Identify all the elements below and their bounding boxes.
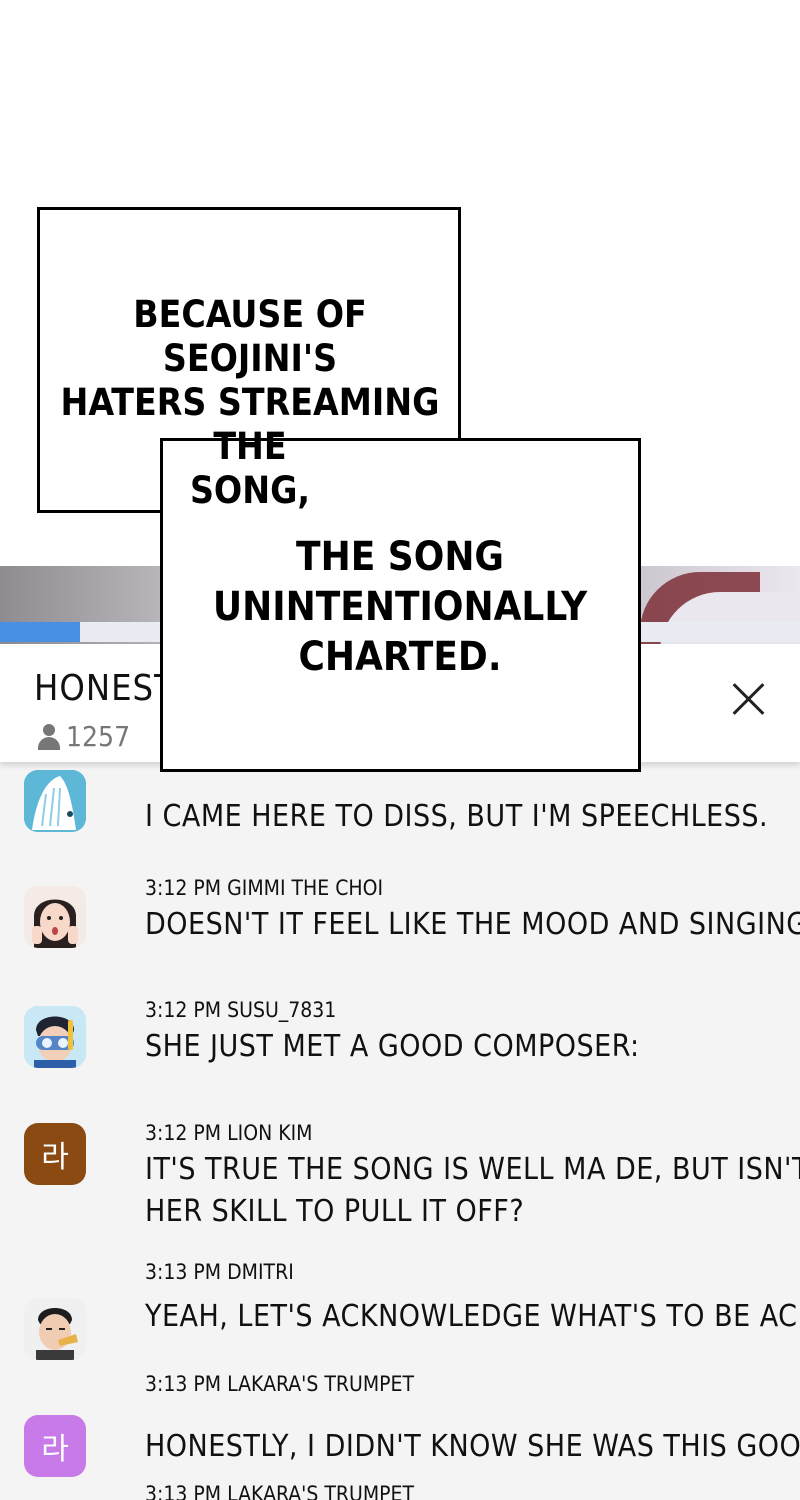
chat-message-text: DOESN'T IT FEEL LIKE THE MOOD AND SINGIN… bbox=[145, 907, 800, 942]
whale-icon[interactable] bbox=[24, 770, 86, 832]
chat-username[interactable]: SUSU_7831 bbox=[227, 998, 336, 1022]
caption-line: BECAUSE OF SEOJINI'S bbox=[133, 293, 367, 380]
chat-meta: 3:12 PM GIMMI THE CHOI bbox=[145, 876, 383, 900]
chat-message-text: IT'S TRUE THE SONG IS WELL MA DE, BUT IS… bbox=[145, 1152, 800, 1187]
caption-line: SONG, bbox=[189, 469, 311, 512]
chat-meta: 3:13 PM DMITRI bbox=[145, 1260, 294, 1284]
caption-line: UNINTENTIONALLY bbox=[212, 584, 588, 630]
chat-time: 3:12 PM bbox=[145, 1121, 222, 1145]
progress-fill bbox=[0, 622, 80, 642]
close-button[interactable] bbox=[728, 678, 768, 718]
caption-text-2: THE SONG UNINTENTIONALLY CHARTED. bbox=[200, 532, 600, 682]
caption-line: CHARTED. bbox=[298, 634, 502, 680]
chat-username[interactable]: LAKARA'S TRUMPET bbox=[227, 1372, 414, 1396]
chat-meta: 3:13 PM LAKARA'S TRUMPET bbox=[145, 1372, 414, 1396]
chat-time: 3:13 PM bbox=[145, 1372, 222, 1396]
surprised-girl-icon[interactable] bbox=[24, 886, 86, 948]
chat-time: 3:12 PM bbox=[145, 998, 222, 1022]
caption-line: THE SONG bbox=[296, 534, 504, 580]
chat-username[interactable]: LAKARA'S TRUMPET bbox=[227, 1482, 414, 1500]
chat-time: 3:12 PM bbox=[145, 876, 222, 900]
chat-meta: 3:13 PM LAKARA'S TRUMPET bbox=[145, 1482, 414, 1500]
chat-meta: 3:12 PM SUSU_7831 bbox=[145, 998, 336, 1022]
chat-message-text: YEAH, LET'S ACKNOWLEDGE WHAT'S TO BE ACK… bbox=[145, 1299, 800, 1334]
chat-message-text: I CAME HERE TO DISS, BUT I'M SPEECHLESS. bbox=[145, 799, 769, 834]
chat-message-text: HER SKILL TO PULL IT OFF? bbox=[145, 1194, 525, 1229]
chat-meta: 3:12 PM LION KIM bbox=[145, 1121, 312, 1145]
chat-message-text: SHE JUST MET A GOOD COMPOSER: bbox=[145, 1029, 640, 1064]
chat-username[interactable]: LION KIM bbox=[227, 1121, 312, 1145]
viewer-count-value: 1257 bbox=[66, 720, 131, 753]
chat-username[interactable]: DMITRI bbox=[227, 1260, 294, 1284]
snorkel-boy-icon[interactable] bbox=[24, 1006, 86, 1068]
caption-text-1: BECAUSE OF SEOJINI'S HATERS STREAMING TH… bbox=[50, 293, 450, 513]
viewer-count: 1257 bbox=[36, 720, 130, 753]
avatar-initial[interactable]: 라 bbox=[24, 1415, 86, 1477]
caption-line: HATERS STREAMING THE bbox=[60, 381, 440, 468]
chat-time: 3:13 PM bbox=[145, 1482, 222, 1500]
chat-message-text: HONESTLY, I DIDN'T KNOW SHE WAS THIS GOO… bbox=[145, 1429, 800, 1464]
avatar-initial[interactable]: 라 bbox=[24, 1123, 86, 1185]
man-eating-icon[interactable] bbox=[24, 1298, 86, 1360]
person-icon bbox=[36, 723, 62, 750]
chat-time: 3:13 PM bbox=[145, 1260, 222, 1284]
chat-username[interactable]: GIMMI THE CHOI bbox=[227, 876, 383, 900]
